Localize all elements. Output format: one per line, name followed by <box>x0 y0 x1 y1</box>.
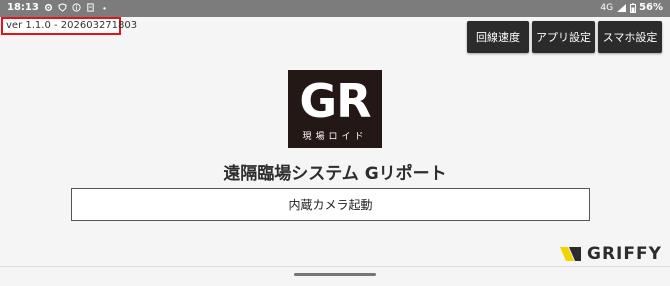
logo-text: GR <box>299 74 371 128</box>
bottom-divider <box>0 266 670 267</box>
status-bar-left: 18:13 <box>7 2 109 13</box>
status-bar-right: 4G 56% <box>600 2 663 13</box>
status-time: 18:13 <box>7 2 39 13</box>
network-type: 4G <box>600 2 614 13</box>
launch-camera-button[interactable]: 内蔵カメラ起動 <box>71 188 590 221</box>
status-bar: 18:13 4G 56% <box>0 0 670 17</box>
gesture-nav-handle[interactable] <box>294 273 376 276</box>
gear-icon <box>44 3 52 12</box>
app-title: 遠隔臨場システム Gリポート <box>223 164 447 184</box>
app-logo: GR 現場ロイド <box>288 70 382 148</box>
app-settings-button[interactable]: アプリ設定 <box>532 21 595 53</box>
brand-name: GRIFFY <box>587 244 662 264</box>
app-screen: 18:13 4G 56% ver 1.1.0 - 202603271803 回線… <box>0 0 670 286</box>
shield-icon <box>58 3 67 12</box>
logo-subtitle: 現場ロイド <box>302 132 368 142</box>
dot-icon <box>103 7 106 10</box>
line-speed-button[interactable]: 回線速度 <box>467 21 529 53</box>
griffy-logo-icon <box>560 247 581 261</box>
brand-logo: GRIFFY <box>560 244 662 264</box>
battery-percent: 56% <box>639 2 663 13</box>
phone-settings-button[interactable]: スマホ設定 <box>598 21 662 53</box>
version-label: ver 1.1.0 - 202603271803 <box>1 17 137 35</box>
signal-icon <box>617 3 627 12</box>
battery-icon <box>630 2 637 13</box>
info-icon <box>72 3 81 12</box>
clipboard-icon <box>87 3 94 12</box>
